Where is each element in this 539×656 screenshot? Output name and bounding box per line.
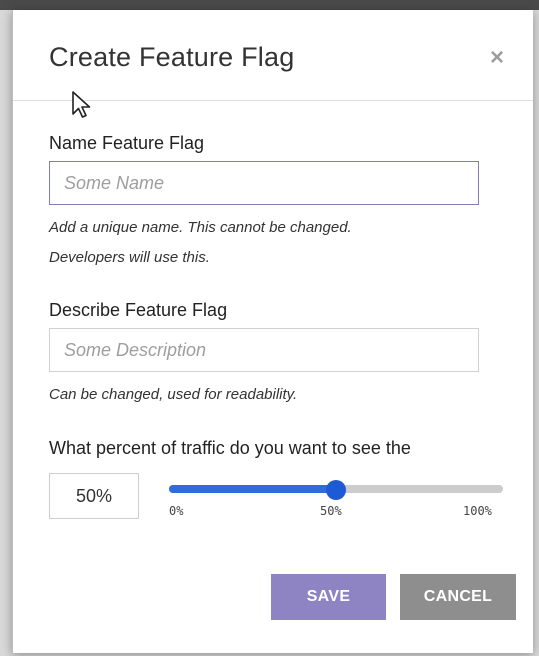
traffic-percent-input[interactable]: 50% <box>49 473 139 519</box>
name-help-line-2: Developers will use this. <box>49 249 210 266</box>
dialog-header: Create Feature Flag × <box>13 10 533 101</box>
cancel-button[interactable]: CANCEL <box>400 574 516 620</box>
slider-fill <box>169 485 336 493</box>
close-icon[interactable]: × <box>485 46 509 70</box>
description-field-label: Describe Feature Flag <box>49 300 228 320</box>
description-input[interactable] <box>49 328 479 372</box>
description-help-text: Can be changed, used for readability. <box>49 386 298 403</box>
traffic-percent-label: What percent of traffic do you want to s… <box>49 438 411 458</box>
traffic-percent-slider[interactable] <box>169 480 503 500</box>
slider-tick-mid: 50% <box>320 504 342 518</box>
mouse-cursor-icon <box>72 91 91 118</box>
dialog-title: Create Feature Flag <box>49 42 295 72</box>
name-field-label: Name Feature Flag <box>49 133 205 153</box>
slider-thumb[interactable] <box>326 480 346 500</box>
name-input[interactable] <box>49 161 479 205</box>
name-help-line-1: Add a unique name. This cannot be change… <box>49 219 352 236</box>
slider-tick-max: 100% <box>463 504 492 518</box>
backdrop-top-bar <box>0 0 539 10</box>
slider-tick-min: 0% <box>169 504 184 518</box>
create-feature-flag-dialog: Create Feature Flag × Name Feature Flag … <box>12 10 533 653</box>
save-button[interactable]: SAVE <box>271 574 386 620</box>
